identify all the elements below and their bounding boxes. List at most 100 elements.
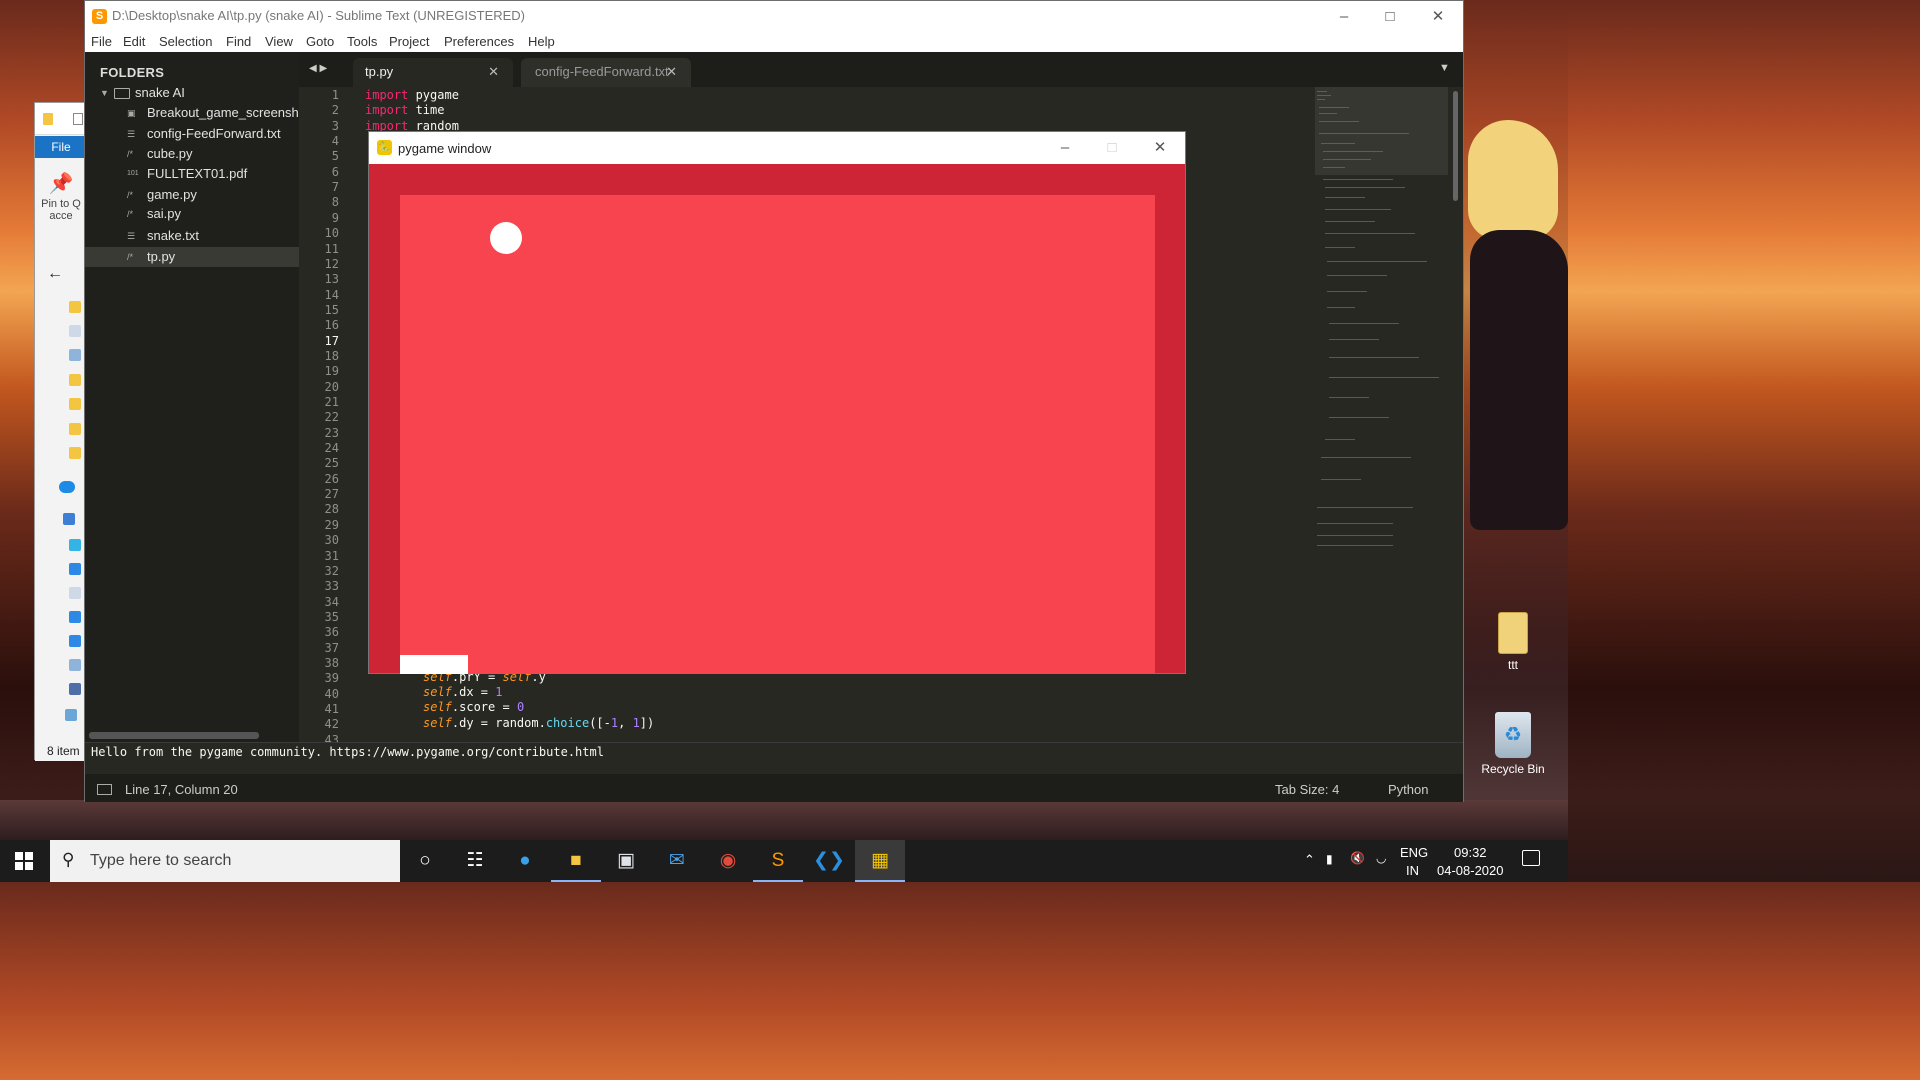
this-pc-icon[interactable]: [63, 513, 75, 525]
menu-view[interactable]: View: [265, 34, 293, 49]
desktop-icon-recycle-bin[interactable]: ♻ Recycle Bin: [1478, 712, 1548, 776]
battery-icon[interactable]: ▮: [1326, 852, 1333, 866]
document-icon[interactable]: [69, 325, 81, 337]
taskbar-sublime[interactable]: S: [753, 840, 803, 882]
sidebar-item-breakout[interactable]: ▣ Breakout_game_screensh: [85, 103, 299, 123]
sidebar-item-sai[interactable]: /* sai.py: [85, 204, 299, 224]
tab-size-selector[interactable]: Tab Size: 4: [1275, 782, 1339, 797]
code-icon: /*: [127, 252, 134, 262]
cortana-button[interactable]: ○: [400, 840, 450, 882]
collapse-triangle-icon[interactable]: ▼: [100, 83, 109, 103]
panel-toggle-icon[interactable]: [97, 784, 112, 795]
drive-icon[interactable]: [65, 709, 77, 721]
folder-snake-ai[interactable]: ▼ snake AI: [85, 83, 299, 103]
sidebar-scrollbar[interactable]: [89, 732, 259, 739]
tab-nav-arrows[interactable]: ◀ ▶: [309, 63, 327, 74]
videos-icon[interactable]: [69, 683, 81, 695]
menu-help[interactable]: Help: [528, 34, 555, 49]
console-panel[interactable]: Hello from the pygame community. https:/…: [85, 742, 1463, 774]
minimize-button[interactable]: –: [1321, 1, 1367, 32]
folder-icon[interactable]: [69, 447, 81, 459]
wifi-icon[interactable]: ◡: [1376, 851, 1386, 865]
menu-find[interactable]: Find: [226, 34, 251, 49]
task-view-button[interactable]: ☷: [450, 840, 500, 882]
scrollbar-thumb[interactable]: [1453, 91, 1458, 201]
close-tab-icon[interactable]: ✕: [488, 58, 499, 86]
taskbar-chrome[interactable]: ◉: [703, 840, 753, 882]
sidebar-item-game[interactable]: /* game.py: [85, 185, 299, 205]
line-number: 37: [324, 640, 339, 655]
clock-time[interactable]: 09:32: [1454, 845, 1487, 860]
tab-config[interactable]: config-FeedForward.txt ✕: [521, 58, 691, 87]
chevron-up-icon[interactable]: ⌃: [1304, 852, 1315, 868]
code-line: self.score = 0: [423, 700, 525, 714]
documents-icon[interactable]: [69, 587, 81, 599]
tab-tp-py[interactable]: tp.py ✕: [353, 58, 513, 87]
image-folder-icon[interactable]: [69, 349, 81, 361]
line-number: 25: [324, 456, 339, 471]
pin-quick-access-button[interactable]: 📌 Pin to Q acce: [35, 165, 87, 235]
menu-preferences[interactable]: Preferences: [444, 34, 514, 49]
file-explorer-window[interactable]: File 📌 Pin to Q acce ← 8 item: [34, 102, 87, 761]
close-tab-icon[interactable]: ✕: [666, 58, 677, 86]
explorer-nav-pane[interactable]: [35, 263, 87, 723]
language-code[interactable]: ENG: [1400, 845, 1428, 860]
line-number: 31: [324, 548, 339, 563]
tab-menu-chevron-icon[interactable]: ▼: [1439, 62, 1450, 74]
onedrive-icon[interactable]: [59, 481, 75, 493]
taskbar-edge[interactable]: ●: [500, 840, 550, 882]
pin-icon: 📌: [48, 173, 74, 195]
notification-icon[interactable]: [1522, 850, 1540, 866]
close-button[interactable]: ✕: [1137, 132, 1183, 164]
sidebar-item-snake[interactable]: ☰ snake.txt: [85, 226, 299, 246]
folder-icon[interactable]: [69, 301, 81, 313]
folder-icon[interactable]: [69, 423, 81, 435]
title-bar[interactable]: S D:\Desktop\snake AI\tp.py (snake AI) -…: [85, 1, 1463, 32]
menu-file[interactable]: File: [91, 34, 112, 49]
syntax-selector[interactable]: Python: [1388, 782, 1428, 797]
taskbar-python[interactable]: ▦: [855, 840, 905, 882]
sidebar-item-config[interactable]: ☰ config-FeedForward.txt: [85, 124, 299, 144]
wallpaper-character-hair: [1468, 120, 1558, 240]
start-button[interactable]: [0, 840, 48, 882]
sidebar-item-cube[interactable]: /* cube.py: [85, 144, 299, 164]
sidebar-item-tp[interactable]: /* tp.py: [85, 247, 299, 267]
music-icon[interactable]: [69, 635, 81, 647]
code-line: self.dx = 1: [423, 685, 503, 699]
code-line: import pygame: [365, 88, 459, 102]
pygame-window[interactable]: 🐍 pygame window – □ ✕: [368, 131, 1186, 674]
folder-icon[interactable]: [69, 398, 81, 410]
explorer-titlebar[interactable]: [35, 103, 87, 135]
menu-project[interactable]: Project: [389, 34, 429, 49]
line-number: 10: [324, 226, 339, 241]
clock-date[interactable]: 04-08-2020: [1437, 863, 1504, 878]
desktop-icon[interactable]: [69, 563, 81, 575]
taskbar-store[interactable]: ▣: [601, 840, 651, 882]
line-number: 19: [324, 364, 339, 379]
taskbar-search-box[interactable]: ⚲ Type here to search: [50, 840, 400, 882]
menu-edit[interactable]: Edit: [123, 34, 145, 49]
maximize-button[interactable]: □: [1367, 1, 1413, 32]
taskbar-file-explorer[interactable]: ■: [551, 840, 601, 882]
pictures-icon[interactable]: [69, 659, 81, 671]
desktop-icon-ttt[interactable]: ttt: [1478, 612, 1548, 672]
taskbar-mail[interactable]: ✉: [652, 840, 702, 882]
sublime-app-icon: S: [92, 9, 107, 24]
folder-icon[interactable]: [69, 374, 81, 386]
image-icon: ▣: [127, 108, 136, 118]
menu-tools[interactable]: Tools: [347, 34, 377, 49]
explorer-file-tab[interactable]: File: [35, 136, 87, 158]
game-field[interactable]: [400, 195, 1155, 674]
menu-selection[interactable]: Selection: [159, 34, 212, 49]
minimize-button[interactable]: –: [1042, 132, 1088, 164]
downloads-icon[interactable]: [69, 611, 81, 623]
taskbar-vscode[interactable]: ❮❯: [804, 840, 854, 882]
editor-scrollbar[interactable]: [1451, 87, 1461, 742]
sidebar-item-fulltext[interactable]: 101 FULLTEXT01.pdf: [85, 164, 299, 184]
close-button[interactable]: ✕: [1415, 1, 1461, 32]
3d-objects-icon[interactable]: [69, 539, 81, 551]
pygame-title-bar[interactable]: 🐍 pygame window – □ ✕: [369, 132, 1185, 164]
minimap[interactable]: [1315, 87, 1450, 742]
volume-mute-icon[interactable]: 🔇: [1350, 851, 1365, 865]
menu-goto[interactable]: Goto: [306, 34, 334, 49]
